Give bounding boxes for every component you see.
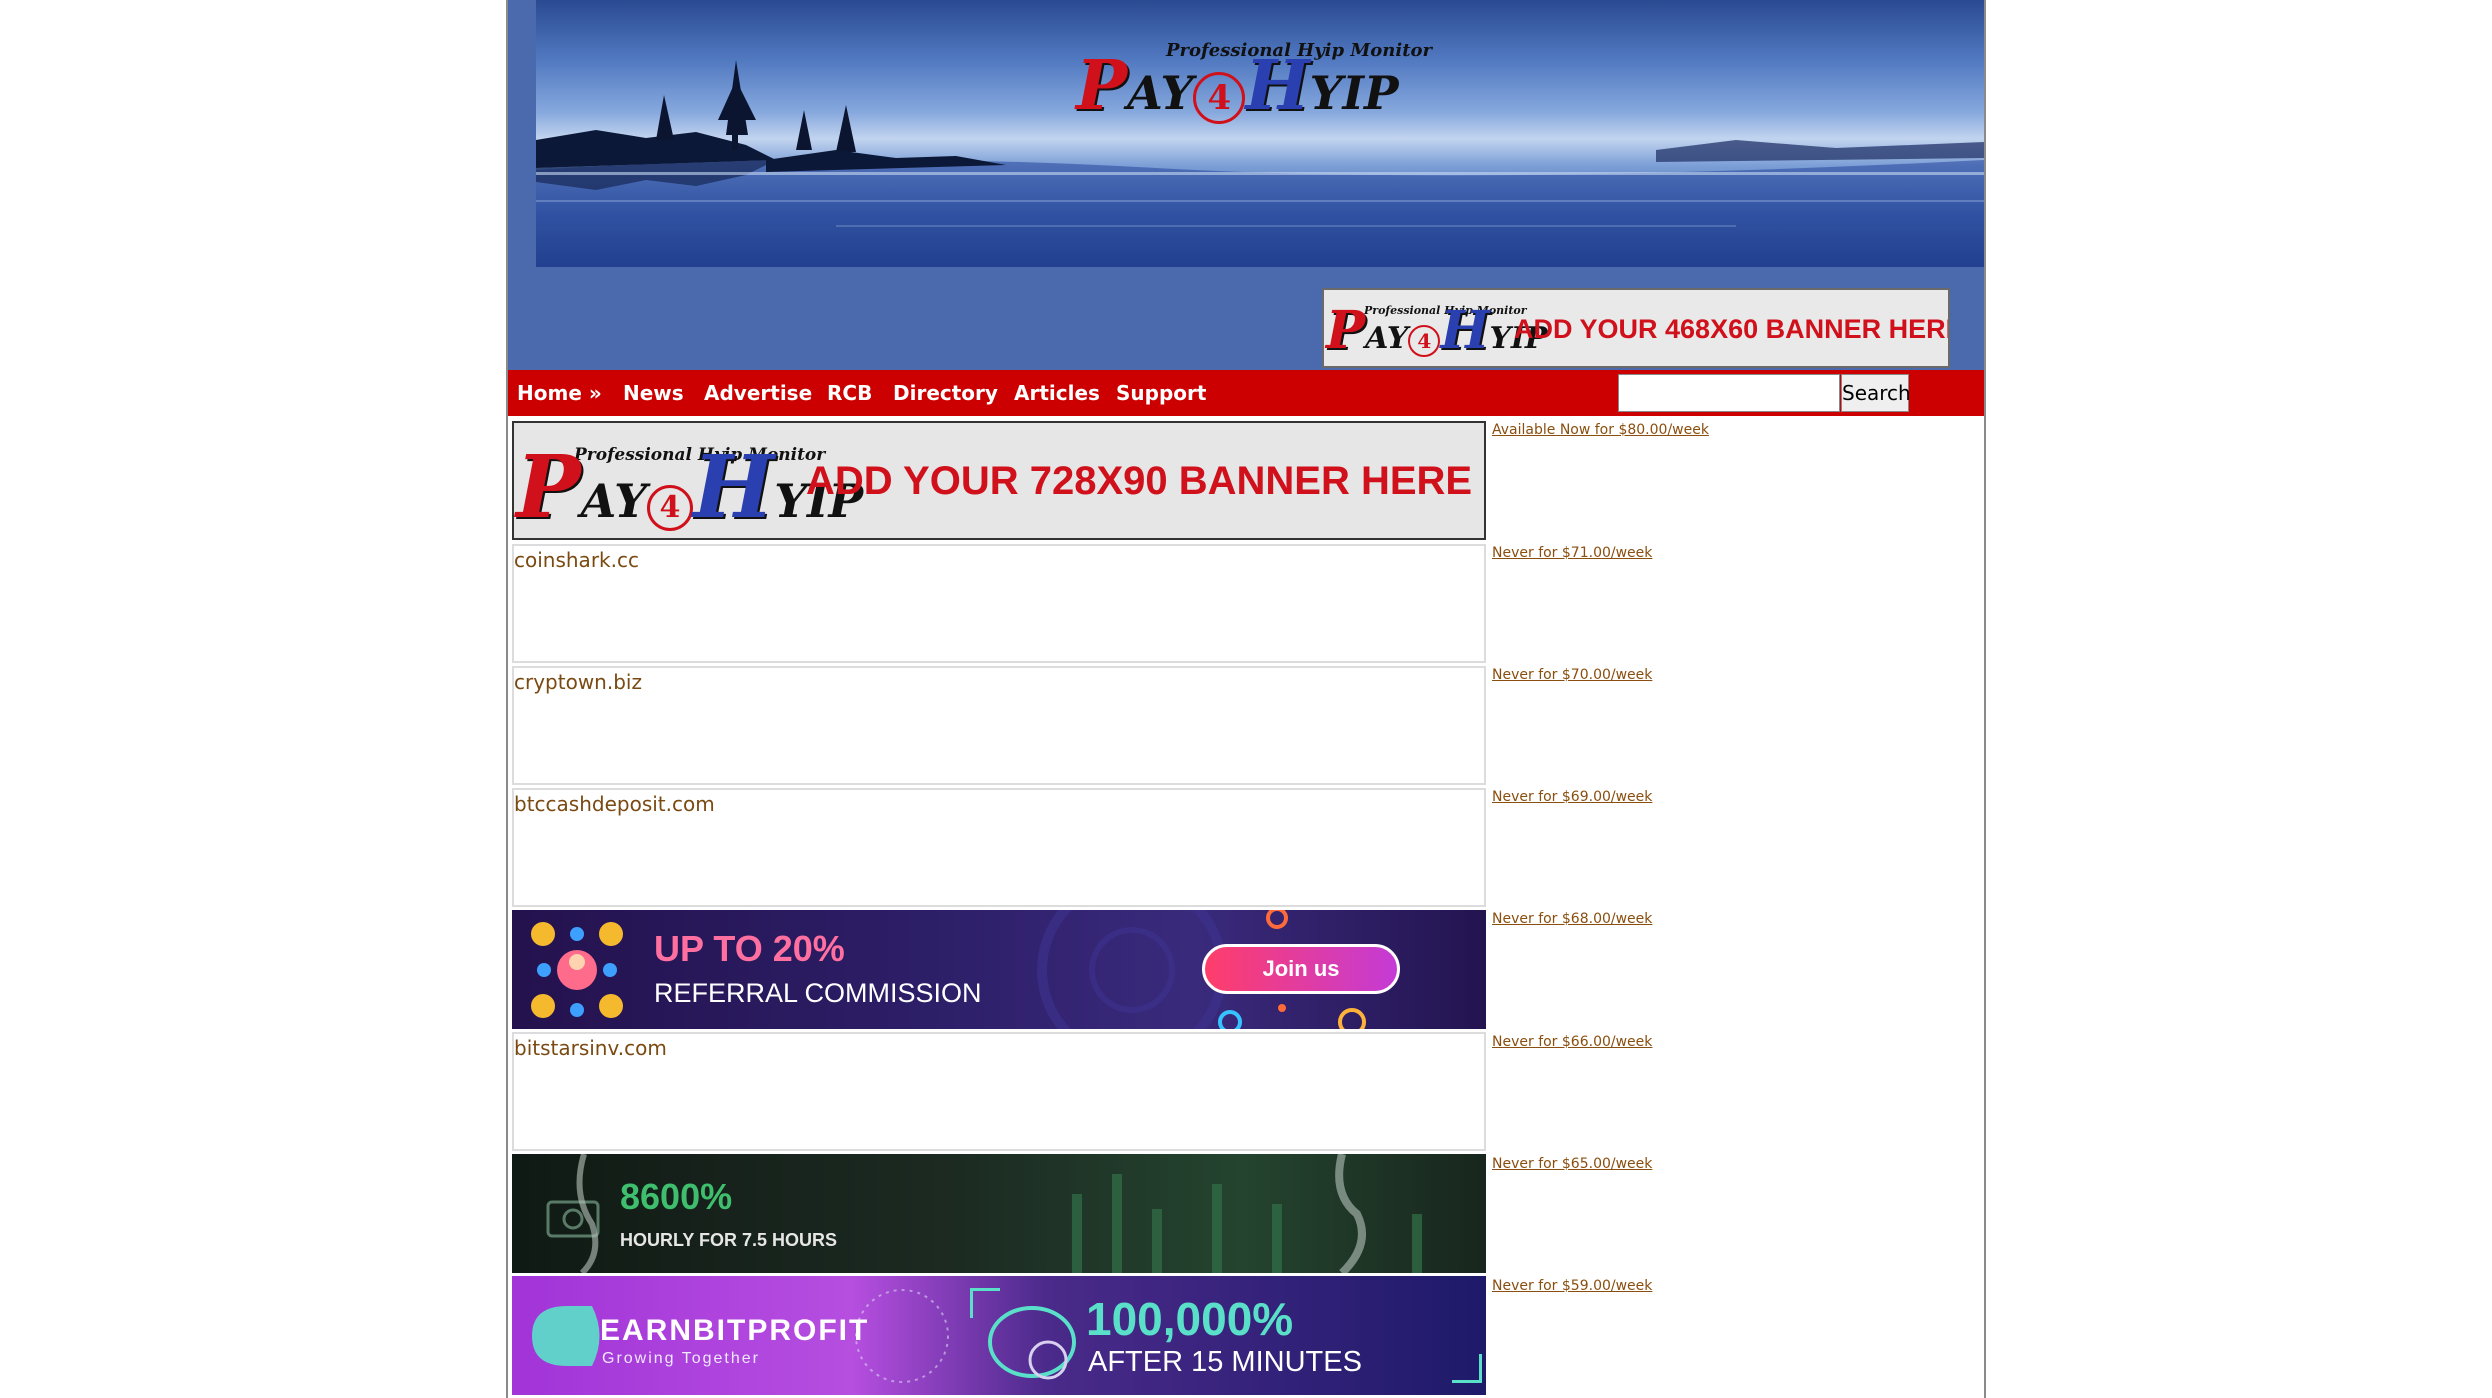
ad-slot-728x90[interactable]: Professional Hyip Monitor PAY 4 HYIP ADD Y…: [512, 421, 1486, 540]
ad-price-link[interactable]: Never for $71.00/week: [1492, 545, 1652, 561]
nav-support[interactable]: Support: [1116, 370, 1206, 416]
site-logo[interactable]: PAY 4 HYIP: [1076, 46, 1399, 126]
main-navbar: Home » News Advertise RCB Directory Arti…: [508, 370, 1984, 416]
ad-price-link[interactable]: Never for $65.00/week: [1492, 1156, 1652, 1172]
logo-letter-p: P: [1076, 46, 1128, 126]
ad-slot-earnbit-banner[interactable]: EARNBITPROFIT Growing Together 100,000% …: [512, 1276, 1486, 1395]
ad-slot-broken-image[interactable]: coinshark.cc: [512, 544, 1486, 663]
nav-directory[interactable]: Directory: [893, 370, 998, 416]
ad-price-link[interactable]: Never for $59.00/week: [1492, 1278, 1652, 1294]
ad-slot-hourly-banner[interactable]: 8600% HOURLY FOR 7.5 HOURS: [512, 1154, 1486, 1273]
logo-letters-ay: AY: [1127, 66, 1194, 120]
ad-price-link[interactable]: Never for $68.00/week: [1492, 911, 1652, 927]
logo-four: 4: [1193, 72, 1246, 124]
logo-letters-ay: AY: [1365, 321, 1409, 356]
logo-letter-p: P: [1326, 300, 1366, 361]
logo-letter-p: P: [516, 437, 581, 538]
nav-news[interactable]: News: [623, 370, 684, 416]
referral-headline: UP TO 20%: [654, 928, 845, 969]
page-container: Professional Hyip Monitor PAY 4 HYIP Profe…: [506, 0, 1986, 1398]
ad-slot-referral-banner[interactable]: UP TO 20% REFERRAL COMMISSION Join us: [512, 910, 1486, 1029]
top-banner-cta: ADD YOUR 468X60 BANNER HERE: [1514, 314, 1950, 344]
site-header: Professional Hyip Monitor PAY 4 HYIP Profe…: [508, 0, 1984, 370]
logo-letters-yip: YIP: [1309, 66, 1399, 120]
nav-rcb[interactable]: RCB: [827, 370, 872, 416]
ad-slot-broken-image[interactable]: cryptown.biz: [512, 666, 1486, 785]
ad-cta: ADD YOUR 728X90 BANNER HERE: [806, 459, 1473, 503]
ad-image-alt-text: coinshark.cc: [514, 548, 639, 572]
nav-advertise[interactable]: Advertise: [704, 370, 812, 416]
ad-slot-broken-image[interactable]: bitstarsinv.com: [512, 1032, 1486, 1151]
logo-letters-ay: AY: [580, 474, 647, 528]
earnbit-brand: EARNBITPROFIT: [600, 1314, 870, 1347]
hourly-headline: 8600%: [620, 1176, 733, 1217]
hourly-subline: HOURLY FOR 7.5 HOURS: [620, 1230, 838, 1250]
ad-price-link[interactable]: Never for $70.00/week: [1492, 667, 1652, 683]
ad-image-alt-text: cryptown.biz: [514, 670, 642, 694]
logo-four: 4: [1408, 325, 1441, 357]
referral-subline: REFERRAL COMMISSION: [654, 978, 982, 1008]
ad-image-alt-text: btccashdeposit.com: [514, 792, 715, 816]
ad-image-alt-text: bitstarsinv.com: [514, 1036, 667, 1060]
search-input[interactable]: [1618, 374, 1840, 412]
ad-price-link[interactable]: Never for $69.00/week: [1492, 789, 1652, 805]
ad-price-link[interactable]: Available Now for $80.00/week: [1492, 422, 1709, 438]
nav-home[interactable]: Home »: [517, 370, 602, 416]
earnbit-tagline: Growing Together: [602, 1350, 760, 1367]
ad-slot-broken-image[interactable]: btccashdeposit.com: [512, 788, 1486, 907]
header-hero-image: Professional Hyip Monitor PAY 4 HYIP: [536, 0, 1984, 267]
logo-letter-h: H: [692, 437, 775, 538]
earnbit-headline: 100,000%: [1086, 1293, 1294, 1345]
search-button[interactable]: Search: [1841, 374, 1911, 412]
logo-four: 4: [646, 485, 693, 531]
logo-letter-h: H: [1440, 300, 1490, 361]
join-us-button[interactable]: Join us: [1202, 944, 1400, 994]
top-banner-468x60[interactable]: Professional Hyip Monitor PAY 4 HYIP ADD Y…: [1322, 288, 1950, 368]
nav-articles[interactable]: Articles: [1014, 370, 1100, 416]
logo-letter-h: H: [1245, 46, 1310, 126]
earnbit-subline: AFTER 15 MINUTES: [1088, 1346, 1362, 1378]
ad-price-link[interactable]: Never for $66.00/week: [1492, 1034, 1652, 1050]
